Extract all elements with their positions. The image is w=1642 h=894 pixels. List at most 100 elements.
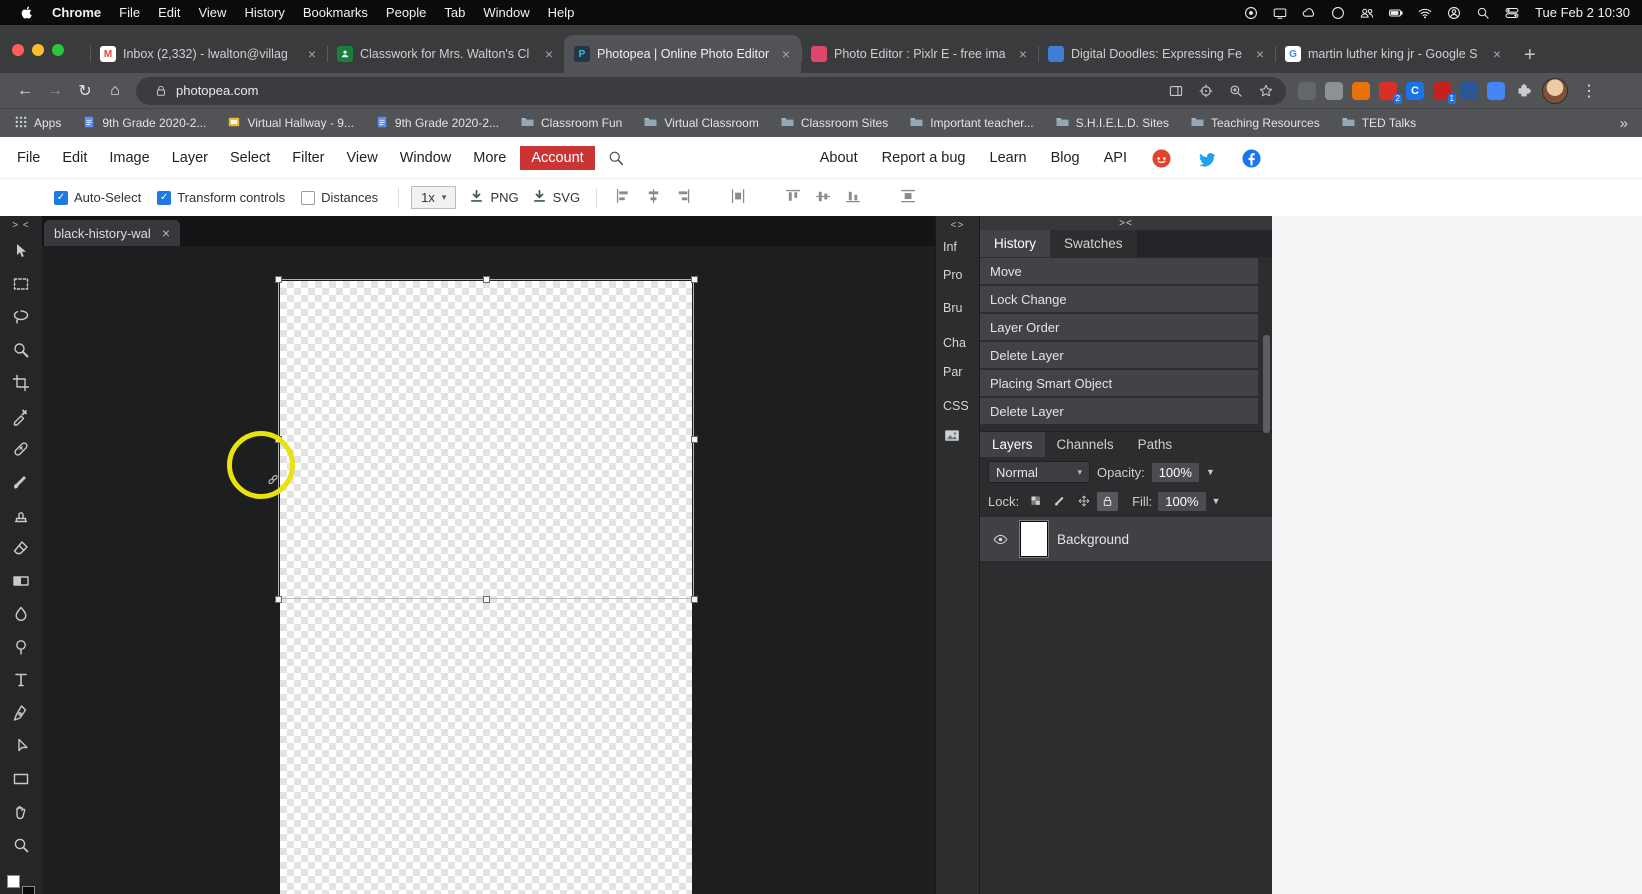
foreground-color[interactable] — [7, 875, 20, 888]
marquee-tool[interactable] — [0, 267, 42, 300]
dock-collapse-handle[interactable]: <> — [936, 216, 979, 234]
facebook-icon[interactable] — [1241, 148, 1262, 169]
account-button[interactable]: Account — [520, 145, 595, 170]
twitter-icon[interactable] — [1196, 148, 1217, 169]
document-tab[interactable]: black-history-wal × — [44, 220, 180, 246]
zoom-window-button[interactable] — [52, 44, 64, 56]
dock-panel-cha[interactable]: Cha — [943, 336, 977, 350]
checker-lock-icon[interactable] — [1025, 492, 1046, 511]
brush-tool[interactable] — [0, 465, 42, 498]
canvas-viewport[interactable] — [42, 246, 935, 894]
dock-panel-par[interactable]: Par — [943, 365, 977, 379]
macos-menu-people[interactable]: People — [377, 5, 435, 20]
pp-menu-edit[interactable]: Edit — [51, 150, 98, 166]
align-center-h-icon[interactable] — [645, 188, 662, 208]
bookmark-folder[interactable]: Virtual Classroom — [643, 114, 759, 132]
move-lock-icon[interactable] — [1073, 492, 1094, 511]
transform-handle[interactable] — [691, 596, 698, 603]
checkbox-icon[interactable]: ✓ — [54, 190, 68, 205]
pp-link-about[interactable]: About — [820, 150, 858, 166]
padlock-icon[interactable] — [1097, 491, 1119, 511]
distribute-h-icon[interactable] — [900, 188, 917, 208]
dodge-tool[interactable] — [0, 630, 42, 663]
status-display-icon[interactable] — [1272, 5, 1288, 21]
bookmark-doc[interactable]: 9th Grade 2020-2... — [82, 115, 206, 132]
history-item[interactable]: Lock Change — [980, 286, 1258, 312]
macos-menu-help[interactable]: Help — [539, 5, 584, 20]
macos-menu-tab[interactable]: Tab — [435, 5, 474, 20]
transform-handle[interactable] — [691, 276, 698, 283]
bookmark-star-icon[interactable] — [1258, 83, 1274, 99]
back-button[interactable]: ← — [10, 77, 40, 105]
dock-panel-pro[interactable]: Pro — [943, 268, 977, 282]
history-item[interactable]: Placing Smart Object — [980, 370, 1258, 396]
eyedropper-tool[interactable] — [0, 399, 42, 432]
pp-link-api[interactable]: API — [1104, 150, 1127, 166]
extension-icon[interactable]: 1 — [1433, 81, 1456, 104]
document-close-icon[interactable]: × — [162, 225, 170, 241]
profile-avatar[interactable] — [1542, 77, 1568, 104]
crop-tool[interactable] — [0, 366, 42, 399]
export-svg-button[interactable]: SVG — [531, 188, 580, 208]
align-right-icon[interactable] — [675, 188, 692, 208]
pp-menu-layer[interactable]: Layer — [161, 150, 219, 166]
type-tool[interactable] — [0, 663, 42, 696]
tab-close-icon[interactable]: × — [305, 46, 319, 62]
heal-tool[interactable] — [0, 432, 42, 465]
layer-row[interactable]: Background — [980, 517, 1272, 561]
macos-menu-chrome[interactable]: Chrome — [43, 5, 110, 20]
apple-menu-icon[interactable] — [12, 5, 43, 20]
extension-icon[interactable]: 2 — [1379, 81, 1402, 104]
transform-handle[interactable] — [483, 596, 490, 603]
bookmark-folder[interactable]: Classroom Fun — [520, 114, 622, 132]
reddit-icon[interactable] — [1151, 148, 1172, 169]
opacity-dropdown-icon[interactable]: ▼ — [1206, 467, 1215, 477]
pp-link-learn[interactable]: Learn — [990, 150, 1027, 166]
lock-icon[interactable] — [154, 84, 168, 98]
home-button[interactable]: ⌂ — [100, 77, 130, 105]
gradient-tool[interactable] — [0, 564, 42, 597]
transform-handle[interactable] — [275, 276, 282, 283]
panel-collapse-handle[interactable]: >< — [980, 216, 1272, 230]
chrome-menu-icon[interactable]: ⋮ — [1574, 77, 1604, 105]
pp-menu-window[interactable]: Window — [389, 150, 463, 166]
tab-close-icon[interactable]: × — [1016, 46, 1030, 62]
history-item[interactable]: Move — [980, 258, 1258, 284]
status-record-icon[interactable] — [1243, 5, 1259, 21]
shape-tool[interactable] — [0, 762, 42, 795]
browser-tab[interactable]: Photo Editor : Pixlr E - free ima × — [801, 35, 1038, 73]
reload-button[interactable]: ↻ — [70, 77, 100, 105]
tab-layers[interactable]: Layers — [980, 432, 1045, 457]
menu-bar-clock[interactable]: Tue Feb 2 10:30 — [1535, 5, 1630, 20]
side-panel-icon[interactable] — [1168, 83, 1184, 99]
bookmark-folder[interactable]: Teaching Resources — [1190, 114, 1320, 132]
macos-menu-history[interactable]: History — [235, 5, 293, 20]
bookmarks-overflow-icon[interactable]: » — [1620, 115, 1628, 132]
object-select-tool[interactable] — [0, 333, 42, 366]
tab-close-icon[interactable]: × — [1490, 46, 1504, 62]
history-item[interactable]: Delete Layer — [980, 398, 1258, 424]
background-color[interactable] — [22, 886, 35, 894]
tools-collapse-handle[interactable]: > < — [0, 216, 42, 234]
status-battery-icon[interactable] — [1388, 5, 1404, 21]
status-user-icon[interactable] — [1446, 5, 1462, 21]
stamp-tool[interactable] — [0, 498, 42, 531]
extensions-puzzle-icon[interactable] — [1515, 82, 1533, 100]
pen-tool[interactable] — [0, 696, 42, 729]
browser-tab[interactable]: Digital Doodles: Expressing Fe × — [1038, 35, 1275, 73]
bookmark-doc[interactable]: 9th Grade 2020-2... — [375, 115, 499, 132]
option-auto-select[interactable]: ✓ Auto-Select — [54, 190, 141, 205]
extension-icon[interactable] — [1460, 81, 1478, 100]
extension-icon[interactable] — [1298, 81, 1316, 100]
new-tab-button[interactable]: + — [1524, 45, 1536, 65]
macos-menu-file[interactable]: File — [110, 5, 149, 20]
dock-panel-css[interactable]: CSS — [943, 399, 977, 413]
close-window-button[interactable] — [12, 44, 24, 56]
browser-tab[interactable]: P Photopea | Online Photo Editor × — [564, 35, 801, 73]
minimize-window-button[interactable] — [32, 44, 44, 56]
bookmark-folder[interactable]: TED Talks — [1341, 114, 1416, 132]
extension-icon[interactable] — [1352, 81, 1370, 100]
bookmark-folder[interactable]: Important teacher... — [909, 114, 1034, 132]
browser-tab[interactable]: M Inbox (2,332) - lwalton@villag × — [90, 35, 327, 73]
align-left-icon[interactable] — [615, 188, 632, 208]
